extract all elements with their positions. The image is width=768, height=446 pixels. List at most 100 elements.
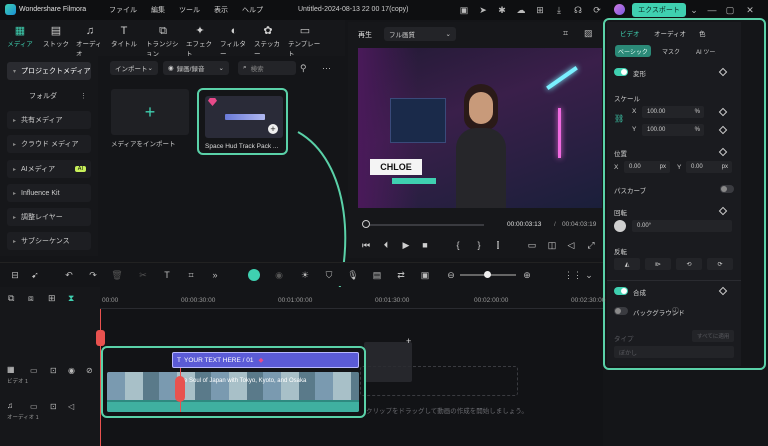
search-input[interactable]: ⌕ 検索 — [238, 61, 296, 75]
snapshot-icon[interactable]: ⌗ — [563, 28, 568, 39]
cut-icon[interactable]: ✂ — [136, 268, 150, 282]
volume-icon[interactable]: ◁ — [68, 402, 74, 411]
tab-stock[interactable]: ▤ ストック — [42, 24, 70, 54]
volume-icon[interactable]: ◁ — [565, 239, 577, 251]
microphone-icon[interactable]: 🎙 — [346, 268, 360, 282]
properties-scrollbar[interactable] — [741, 22, 763, 366]
rotate-field[interactable]: 0.00° — [632, 220, 732, 232]
flip-vertical-button[interactable]: ⧐ — [645, 258, 671, 270]
link-clips-icon[interactable]: ⧈ — [28, 293, 34, 304]
zoom-slider-handle[interactable] — [484, 271, 491, 278]
more-icon[interactable]: ⋮ — [80, 92, 87, 100]
playhead-handle[interactable] — [96, 330, 105, 346]
headset-icon[interactable]: ☊ — [572, 4, 584, 16]
tab-effect[interactable]: ✦ エフェクト — [186, 24, 214, 58]
chevron-down-icon[interactable]: ⌄ — [582, 268, 596, 282]
title-clip[interactable]: T YOUR TEXT HERE / 01 ◆ — [172, 352, 359, 368]
scale-y-field[interactable]: 100.00% — [642, 124, 704, 136]
tab-audio-props[interactable]: オーディオ — [654, 28, 686, 38]
camera-icon[interactable]: ◫ — [546, 239, 558, 251]
record-button[interactable]: ◉ 録画/録音 ⌄ — [163, 61, 229, 75]
media-clip-thumbnail[interactable]: + — [205, 96, 283, 138]
menu-tools[interactable]: ツール — [179, 5, 200, 15]
export-button[interactable]: エクスポート — [632, 3, 686, 17]
tab-video[interactable]: ビデオ — [620, 28, 640, 38]
timeline-ruler[interactable] — [100, 287, 603, 309]
tab-media[interactable]: ▦ メディア — [6, 24, 34, 54]
rotate-left-button[interactable]: ⟲ — [676, 258, 702, 270]
tab-transition[interactable]: ⧉ トランジション — [146, 24, 180, 58]
crop-icon[interactable]: ⌗ — [184, 268, 198, 282]
display-icon[interactable]: ▭ — [526, 239, 538, 251]
mark-in-icon[interactable]: { — [452, 239, 464, 251]
stop-icon[interactable]: ■ — [419, 239, 431, 251]
tab-sticker[interactable]: ✿ ステッカー — [254, 24, 282, 58]
sidebar-item-ai-media[interactable]: ▸ AIメディア AI — [7, 160, 91, 178]
sidebar-item-folder[interactable]: フォルダ ⋮ — [7, 87, 91, 105]
gift-icon[interactable]: ▣ — [458, 4, 470, 16]
apply-all-button[interactable]: すべてに適用 — [692, 330, 734, 342]
play-icon[interactable]: ▶ — [400, 239, 412, 251]
sync-icon[interactable]: ⟳ — [591, 4, 603, 16]
quality-select[interactable]: フル画質 ⌄ — [384, 27, 456, 41]
prev-frame-icon[interactable]: ⏮ — [360, 239, 372, 251]
text-icon[interactable]: T — [160, 268, 174, 282]
folder-icon[interactable]: ▭ — [30, 366, 38, 375]
pathcurve-toggle[interactable] — [720, 185, 734, 193]
add-track-icon[interactable]: ⧉ — [8, 293, 14, 304]
zoom-in-icon[interactable]: ⊕ — [520, 268, 534, 282]
download-icon[interactable]: ⤓ — [553, 4, 565, 16]
zoom-out-icon[interactable]: ⊖ — [444, 268, 458, 282]
composite-toggle[interactable] — [614, 287, 628, 295]
mark-out-icon[interactable]: } — [473, 239, 485, 251]
import-media-tile[interactable]: + — [111, 89, 189, 135]
subtab-mask[interactable]: マスク — [662, 47, 680, 56]
add-icon[interactable]: + — [268, 124, 278, 134]
filter-icon[interactable]: ⚲ — [300, 63, 307, 74]
more-icon[interactable]: ⋯ — [322, 63, 331, 74]
menu-file[interactable]: ファイル — [109, 5, 137, 15]
eye-icon[interactable]: ◉ — [68, 366, 75, 375]
menu-edit[interactable]: 編集 — [151, 5, 165, 15]
undo-icon[interactable]: ↶ — [62, 268, 76, 282]
lock-icon[interactable]: ⊡ — [50, 366, 57, 375]
menu-view[interactable]: 表示 — [214, 5, 228, 15]
fullscreen-icon[interactable]: ⤢ — [585, 239, 597, 251]
close-icon[interactable]: ✕ — [744, 4, 756, 16]
menu-help[interactable]: ヘルプ — [242, 5, 263, 15]
blur-select[interactable]: ぼかし — [614, 346, 734, 358]
grid-view-icon[interactable]: ⋮⋮ — [564, 268, 582, 282]
avatar[interactable] — [614, 4, 625, 15]
lightbulb-icon[interactable]: ✱ — [496, 4, 508, 16]
background-toggle[interactable] — [614, 307, 628, 315]
position-x-field[interactable]: 0.00 px — [624, 161, 670, 173]
rotate-dial[interactable] — [614, 220, 626, 232]
cloud-icon[interactable]: ☁ — [515, 4, 527, 16]
tab-title[interactable]: T タイトル — [110, 24, 138, 54]
replace-icon[interactable]: ⇄ — [394, 268, 408, 282]
import-button[interactable]: インポート ⌄ — [110, 61, 158, 75]
tab-color[interactable]: 色 — [699, 28, 706, 38]
scale-x-field[interactable]: 100.00% — [642, 106, 704, 118]
help-icon[interactable]: ⓘ — [672, 306, 679, 316]
tab-audio[interactable]: ♫ オーディオ — [76, 24, 104, 58]
player-scrubber[interactable] — [362, 220, 370, 228]
sidebar-item-project-media[interactable]: ▾ プロジェクトメディア — [7, 62, 91, 80]
track-manager-icon[interactable]: ⊞ — [48, 293, 56, 304]
maximize-icon[interactable]: ▢ — [724, 4, 736, 16]
ai-assist-icon[interactable] — [248, 269, 260, 281]
sidebar-item-shared-media[interactable]: ▸ 共有メディア — [7, 111, 91, 129]
minimize-icon[interactable]: — — [706, 4, 718, 16]
send-icon[interactable]: ➤ — [477, 4, 489, 16]
sun-icon[interactable]: ☀ — [298, 268, 312, 282]
more-tools-icon[interactable]: » — [208, 268, 222, 282]
video-preview[interactable]: CHLOE — [358, 48, 602, 208]
lock-icon[interactable]: ⊡ — [50, 402, 57, 411]
flip-horizontal-button[interactable]: ◭ — [614, 258, 640, 270]
delete-icon[interactable]: 🗑 — [110, 268, 124, 282]
layout-icon[interactable]: ⊟ — [8, 268, 22, 282]
shield-icon[interactable]: ⛉ — [322, 268, 336, 282]
subtitle-icon[interactable]: ▤ — [370, 268, 384, 282]
player-progress-track[interactable] — [364, 224, 484, 226]
redo-icon[interactable]: ↷ — [86, 268, 100, 282]
